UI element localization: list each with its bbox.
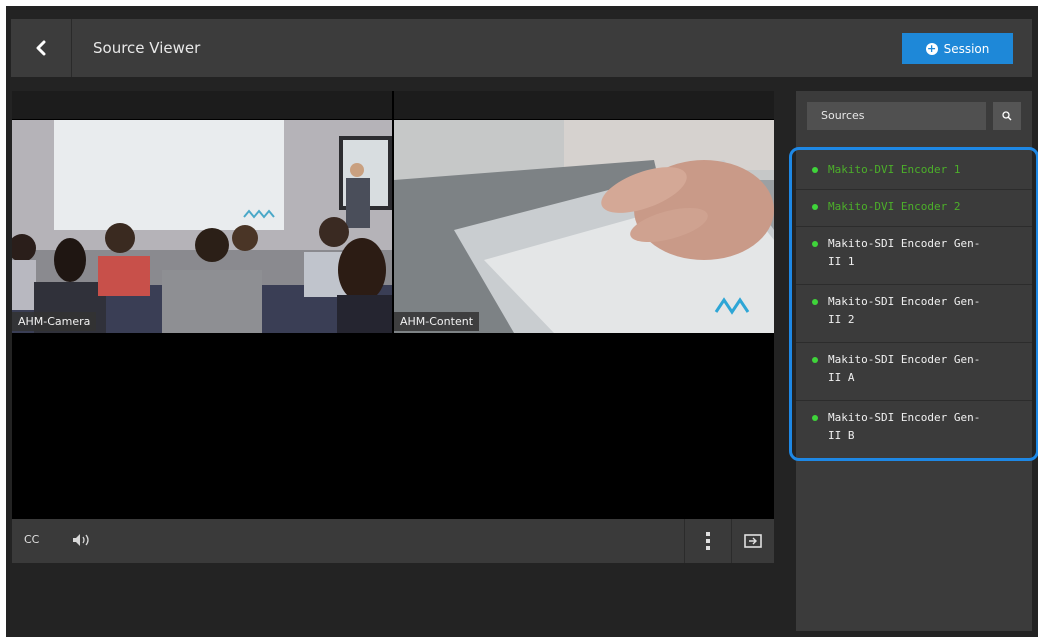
search-icon: [1002, 111, 1012, 121]
plus-circle-icon: +: [925, 41, 938, 55]
source-item[interactable]: Makito-SDI Encoder Gen- II A: [796, 343, 1032, 401]
source-item[interactable]: Makito-SDI Encoder Gen- II 1: [796, 227, 1032, 285]
tile-header: [394, 91, 774, 119]
chevron-left-icon: [36, 40, 46, 56]
camera-feed-image: [12, 120, 392, 333]
source-item[interactable]: Makito-SDI Encoder Gen- II B: [796, 401, 1032, 459]
search-button[interactable]: [993, 102, 1021, 130]
source-item[interactable]: Makito-DVI Encoder 1: [796, 153, 1032, 190]
tile-label-content: AHM-Content: [394, 312, 480, 331]
source-name: Makito-DVI Encoder 1: [828, 163, 961, 176]
layout-toggle-button[interactable]: [731, 519, 774, 563]
source-item[interactable]: Makito-DVI Encoder 2: [796, 190, 1032, 227]
status-dot-icon: [812, 415, 818, 421]
sources-sidebar: Sources Makito-DVI Encoder 1 Makito-DVI …: [796, 91, 1032, 631]
source-item[interactable]: Makito-SDI Encoder Gen- II 2: [796, 285, 1032, 343]
closed-captions-button[interactable]: CC: [24, 533, 39, 546]
sources-tab[interactable]: Sources: [807, 102, 986, 130]
video-tile-camera[interactable]: AHM-Camera: [12, 120, 392, 333]
screen-arrow-icon: [744, 534, 762, 548]
source-name: Makito-SDI Encoder Gen-: [828, 237, 981, 250]
video-tile-content[interactable]: AHM-Content: [394, 120, 774, 333]
source-list: Makito-DVI Encoder 1 Makito-DVI Encoder …: [796, 153, 1032, 459]
vertical-dots-icon: [705, 532, 710, 550]
video-viewer: AHM-Camera AHM-Content: [12, 91, 774, 563]
speaker-icon: [73, 534, 89, 546]
content-feed-image: [394, 120, 774, 333]
status-dot-icon: [812, 204, 818, 210]
source-name-line2: II 2: [828, 313, 855, 326]
volume-button[interactable]: [72, 532, 94, 551]
status-dot-icon: [812, 299, 818, 305]
back-button[interactable]: [11, 19, 72, 77]
source-name: Makito-SDI Encoder Gen-: [828, 295, 981, 308]
source-name-line2: II B: [828, 429, 855, 442]
status-dot-icon: [812, 241, 818, 247]
status-dot-icon: [812, 167, 818, 173]
status-dot-icon: [812, 357, 818, 363]
header-bar: Source Viewer + Session: [11, 19, 1032, 77]
tile-header: [12, 91, 392, 119]
source-name: Makito-DVI Encoder 2: [828, 200, 961, 213]
tile-label-camera: AHM-Camera: [12, 312, 97, 331]
source-name-line2: II A: [828, 371, 855, 384]
source-name-line2: II 1: [828, 255, 855, 268]
more-options-button[interactable]: [684, 519, 730, 563]
session-button[interactable]: + Session: [902, 33, 1013, 64]
source-name: Makito-SDI Encoder Gen-: [828, 353, 981, 366]
page-title: Source Viewer: [93, 39, 201, 57]
player-control-bar: CC: [12, 519, 774, 563]
session-button-label: Session: [943, 41, 990, 56]
source-name: Makito-SDI Encoder Gen-: [828, 411, 981, 424]
